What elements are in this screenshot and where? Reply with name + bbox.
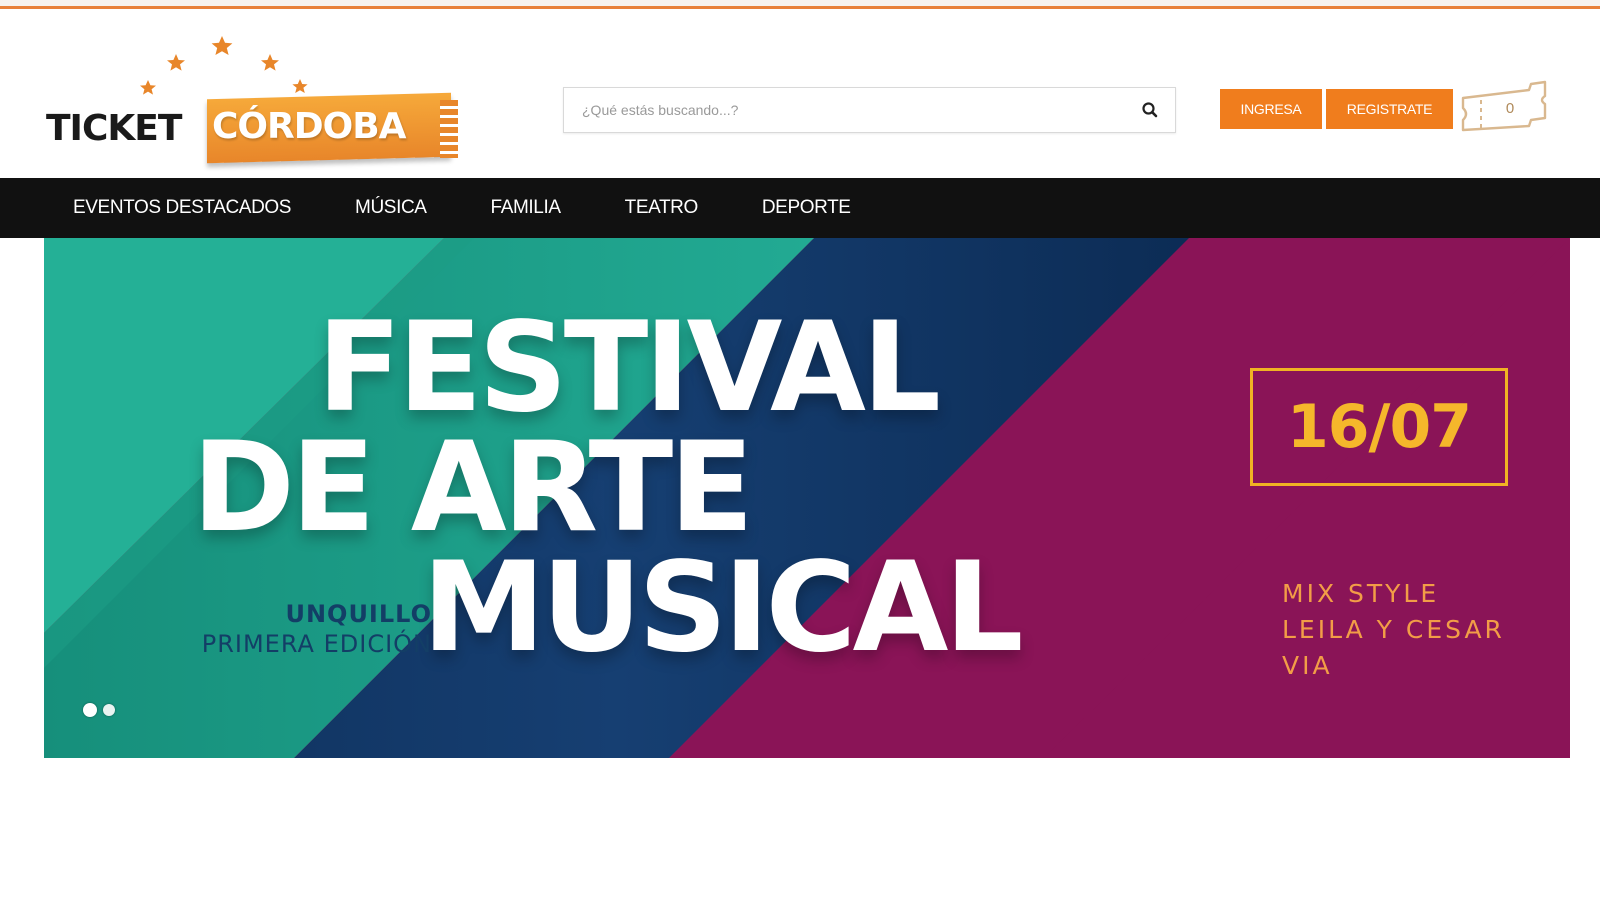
ticket-cordoba-logo[interactable]: TICKET CÓRDOBA — [44, 30, 464, 164]
carousel-indicators — [83, 703, 115, 717]
nav-item-teatro[interactable]: TEATRO — [625, 197, 699, 219]
artist-name: MIX STYLE — [1282, 579, 1440, 608]
search-button[interactable] — [1139, 99, 1161, 121]
login-button[interactable]: INGRESA — [1220, 89, 1322, 129]
nav-item-eventos-destacados[interactable]: EVENTOS DESTACADOS — [73, 197, 291, 219]
cart-count: 0 — [1505, 100, 1515, 117]
event-location: UNQUILLO PRIMERA EDICIÓN — [102, 600, 432, 658]
artist-name: VIA — [1282, 651, 1333, 680]
headline-line-3: MUSICAL — [422, 536, 1024, 680]
stars-icon — [140, 36, 308, 95]
register-button[interactable]: REGISTRATE — [1326, 89, 1453, 129]
nav-item-familia[interactable]: FAMILIA — [491, 197, 561, 219]
search-input[interactable] — [564, 88, 1124, 132]
search-icon — [1142, 102, 1158, 118]
carousel-dot-1[interactable] — [83, 703, 97, 717]
ticket-cart[interactable]: 0 — [1459, 70, 1551, 142]
search-bar — [563, 87, 1176, 133]
location-city: UNQUILLO — [285, 600, 432, 628]
logo-word-ticket: TICKET — [46, 108, 182, 149]
hero-banner[interactable]: FESTIVAL DE ARTE MUSICAL UNQUILLO PRIMER… — [44, 238, 1570, 758]
site-header: TICKET CÓRDOBA INGRESA REGISTRATE 0 — [0, 12, 1600, 178]
main-navigation: EVENTOS DESTACADOS MÚSICA FAMILIA TEATRO… — [0, 178, 1600, 238]
event-date: 16/07 — [1287, 392, 1472, 462]
logo-word-cordoba: CÓRDOBA — [212, 106, 407, 147]
location-edition: PRIMERA EDICIÓN — [201, 630, 432, 658]
artist-lineup: MIX STYLE LEILA Y CESAR VIA — [1282, 576, 1505, 684]
nav-item-deporte[interactable]: DEPORTE — [762, 197, 851, 219]
artist-name: LEILA Y CESAR — [1282, 615, 1505, 644]
carousel-dot-2[interactable] — [103, 704, 115, 716]
nav-item-musica[interactable]: MÚSICA — [355, 197, 427, 219]
event-date-box: 16/07 — [1250, 368, 1508, 486]
headline-line-2: DE ARTE — [192, 416, 754, 560]
top-accent-strip — [0, 0, 1600, 9]
logo-ticket-perforation — [440, 100, 458, 158]
headline-line-1: FESTIVAL — [317, 296, 941, 440]
